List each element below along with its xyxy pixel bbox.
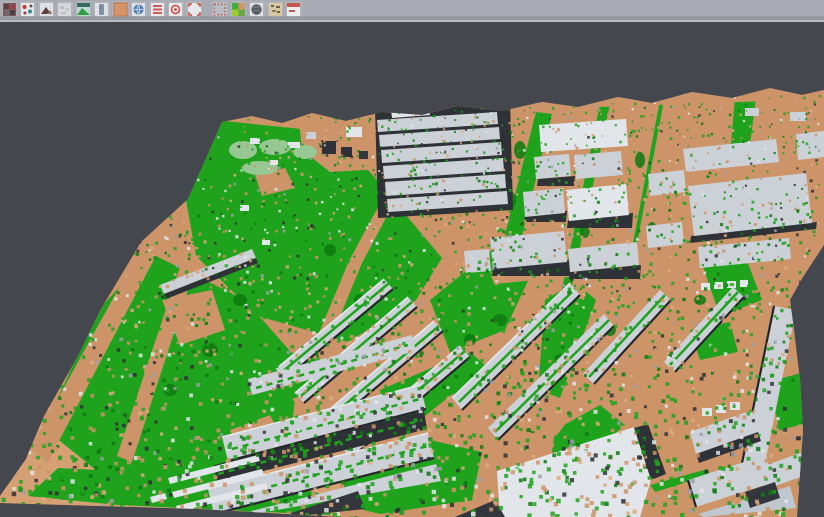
viewport-3d-canvas[interactable] <box>0 24 824 517</box>
terrain-model-icon[interactable] <box>38 1 54 17</box>
icon-glyph <box>2 2 17 17</box>
icon-glyph <box>268 2 283 17</box>
raster-image-icon[interactable] <box>1 1 17 17</box>
icon-glyph <box>39 2 54 17</box>
target-circle-icon[interactable] <box>168 1 184 17</box>
icon-glyph <box>212 2 227 17</box>
crop-region-icon[interactable] <box>186 1 202 17</box>
icon-glyph <box>131 2 146 17</box>
flagged-tile-icon[interactable] <box>286 1 302 17</box>
icon-glyph <box>249 2 264 17</box>
icon-glyph <box>286 2 301 17</box>
grid-selection-icon[interactable] <box>212 1 228 17</box>
point-cloud-icon[interactable] <box>57 1 73 17</box>
icon-glyph <box>57 2 72 17</box>
icon-glyph <box>94 2 109 17</box>
annotated-map-icon[interactable] <box>267 1 283 17</box>
icon-glyph <box>231 2 246 17</box>
icon-glyph <box>113 2 128 17</box>
icon-glyph <box>76 2 91 17</box>
icon-glyph <box>168 2 183 17</box>
orthomosaic-icon[interactable] <box>112 1 128 17</box>
vegetation-model-icon[interactable] <box>75 1 91 17</box>
classification-map-icon[interactable] <box>230 1 246 17</box>
icon-glyph <box>187 2 202 17</box>
layer-list-icon[interactable] <box>149 1 165 17</box>
building-model-icon[interactable] <box>94 1 110 17</box>
viewport-3d[interactable] <box>0 24 824 517</box>
icon-glyph <box>150 2 165 17</box>
icon-glyph <box>20 2 35 17</box>
tie-points-icon[interactable] <box>20 1 36 17</box>
shaded-sphere-icon[interactable] <box>249 1 265 17</box>
globe-view-icon[interactable] <box>131 1 147 17</box>
toolbar <box>0 0 824 22</box>
application-window <box>0 0 824 517</box>
